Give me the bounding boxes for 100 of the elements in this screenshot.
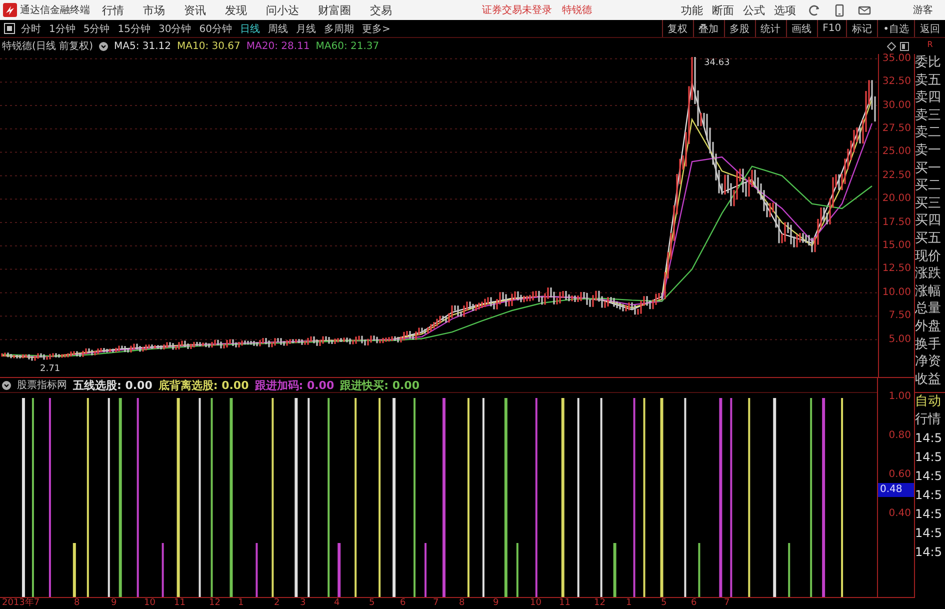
axis-label: 2: [274, 598, 280, 609]
menu-item[interactable]: 财富圈: [318, 2, 351, 18]
indicator-value: 跟进加码: 0.00: [254, 378, 334, 392]
quote-label[interactable]: 买一: [915, 160, 945, 178]
axis-label: 9: [493, 598, 499, 609]
period-tab[interactable]: 月线: [296, 22, 316, 36]
panel-marker: R: [926, 39, 934, 51]
axis-label: 5: [661, 598, 667, 609]
period-tab[interactable]: 周线: [268, 22, 288, 36]
period-tab[interactable]: 多周期: [324, 22, 354, 36]
menu-item[interactable]: 功能: [681, 2, 703, 18]
axis-label: 0.40: [888, 507, 911, 521]
axis-label: 11: [174, 598, 186, 609]
axis-label: 7: [433, 598, 439, 609]
menu-item[interactable]: 问小达: [266, 2, 299, 18]
quote-label[interactable]: 买三: [915, 194, 945, 212]
stock-name: 特锐德: [562, 4, 592, 17]
axis-label: 5.00: [888, 332, 911, 347]
quote-label[interactable]: 买五: [915, 230, 945, 248]
axis-label: 15.00: [882, 238, 911, 253]
trade-time: 14:5: [915, 544, 943, 562]
axis-label: 7.50: [888, 309, 911, 324]
quote-label[interactable]: 外盘: [915, 318, 945, 336]
indicator-value: 跟进快买: 0.00: [340, 378, 420, 392]
price-label: 2.71: [40, 364, 60, 374]
menu-item[interactable]: 断面: [712, 2, 734, 18]
axis-label: 12: [594, 598, 606, 609]
axis-label: 10.00: [882, 286, 911, 300]
axis-label: 17.50: [882, 216, 911, 230]
quote-label[interactable]: 买二: [915, 177, 945, 195]
trade-time: 14:5: [915, 487, 943, 504]
axis-label: 7: [724, 598, 730, 609]
axis-label: 0.60: [888, 468, 911, 482]
quote-label[interactable]: 卖二: [915, 124, 945, 142]
quote-label[interactable]: 换手: [915, 336, 945, 354]
indicator-value: 五线选股: 0.00: [73, 378, 152, 392]
quote-label[interactable]: 总量: [915, 300, 945, 318]
axis-label: 3: [300, 598, 306, 609]
axis-label: 22.50: [882, 168, 911, 183]
quote-label[interactable]: 卖一: [915, 142, 945, 160]
axis-label: 30.00: [882, 98, 911, 112]
period-tab[interactable]: 分时: [21, 22, 41, 36]
axis-label: 10: [144, 598, 156, 609]
period-tab[interactable]: 30分钟: [158, 22, 192, 36]
axis-label: 2013年7: [2, 598, 40, 609]
login-notice[interactable]: 证券交易未登录: [482, 3, 552, 17]
axis-label: 11: [559, 598, 570, 609]
axis-label: 1: [238, 598, 244, 609]
axis-label: 10: [530, 598, 542, 609]
quote-label[interactable]: 买四: [915, 212, 945, 230]
axis-label: 32.50: [882, 75, 911, 90]
quote-label[interactable]: 委比: [915, 54, 945, 72]
period-tab[interactable]: 更多>: [362, 22, 390, 36]
indicator-title: 股票指标网: [17, 378, 67, 392]
axis-label: 5: [369, 598, 375, 609]
menu-item[interactable]: 发现: [225, 2, 247, 18]
quote-label[interactable]: 卖三: [915, 106, 945, 124]
indicator-value: MA10: 30.67: [177, 40, 240, 52]
trade-time: 14:5: [915, 506, 943, 524]
menu-item[interactable]: 交易: [370, 2, 392, 18]
quote-label[interactable]: 卖五: [915, 72, 945, 90]
user-label[interactable]: 游客: [913, 3, 933, 17]
trade-time: 14:5: [915, 468, 943, 486]
trade-time: 14:5: [915, 525, 943, 542]
menu-item[interactable]: 公式: [743, 2, 765, 18]
app-title: 通达信金融终端: [20, 4, 90, 17]
axis-label: 6: [400, 598, 406, 609]
period-tab[interactable]: 60分钟: [199, 22, 232, 36]
indicator-value: MA20: 28.11: [246, 40, 310, 52]
axis-label: 6: [691, 598, 697, 609]
quote-label[interactable]: 净资: [915, 353, 945, 371]
axis-label: 8: [74, 598, 80, 609]
period-tab[interactable]: 5分钟: [83, 22, 110, 36]
axis-label: 12: [209, 598, 220, 609]
axis-label: 0.80: [888, 429, 911, 443]
quote-label[interactable]: 现价: [915, 248, 945, 266]
current-value-label: 0.48: [878, 483, 914, 497]
indicator-value: MA60: 21.37: [316, 40, 380, 52]
axis-label: 8: [459, 598, 465, 609]
axis-label: 1.00: [888, 390, 911, 404]
menu-item[interactable]: 资讯: [184, 2, 206, 18]
market-label[interactable]: 行情: [915, 411, 945, 430]
period-tab[interactable]: 15分钟: [118, 22, 150, 36]
axis-label: 27.50: [882, 122, 911, 136]
quote-label[interactable]: 收益: [915, 370, 945, 388]
trade-time: 14:5: [915, 430, 943, 448]
axis-label: 12.50: [882, 262, 911, 276]
quote-label[interactable]: 卖四: [915, 89, 945, 107]
period-tab[interactable]: 日线: [240, 22, 260, 36]
menu-item[interactable]: 选项: [774, 2, 796, 18]
axis-label: 35.00: [882, 52, 911, 66]
axis-label: 1: [626, 598, 632, 609]
menu-item[interactable]: 市场: [143, 2, 165, 18]
quote-label[interactable]: 涨跌: [915, 265, 945, 283]
quote-label[interactable]: 涨幅: [915, 282, 945, 300]
period-tab[interactable]: 1分钟: [49, 22, 76, 36]
menu-item[interactable]: 行情: [102, 2, 124, 18]
chart-title: 特锐德(日线 前复权): [2, 40, 93, 53]
auto-label[interactable]: 自动: [915, 392, 945, 412]
axis-label: 4: [334, 598, 340, 609]
